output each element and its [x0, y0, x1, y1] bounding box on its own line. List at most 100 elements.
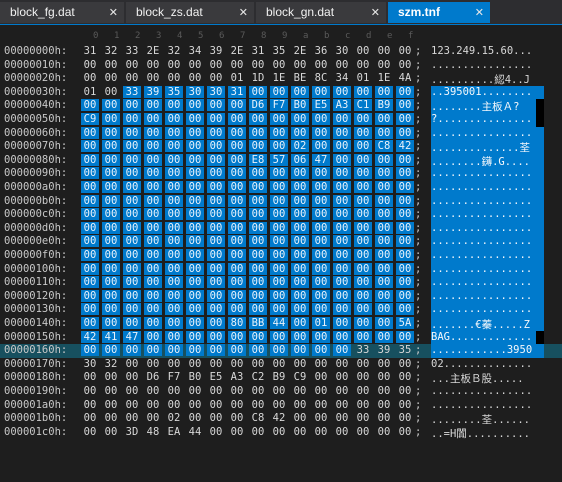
- hex-byte[interactable]: 00: [396, 330, 414, 343]
- hex-byte[interactable]: 00: [249, 167, 267, 180]
- ascii-text[interactable]: ........荃......: [431, 412, 544, 426]
- hex-byte[interactable]: 30: [81, 358, 99, 370]
- hex-byte[interactable]: 00: [144, 59, 162, 71]
- hex-byte[interactable]: 00: [375, 412, 393, 424]
- hex-byte[interactable]: 00: [333, 126, 351, 139]
- hex-byte[interactable]: 00: [396, 303, 414, 316]
- hex-row[interactable]: 00000190h: 00 00 00 00 00 00 00 00 00 00 00 00 00 00 00…: [0, 385, 562, 399]
- hex-byte[interactable]: 00: [123, 59, 141, 71]
- ascii-text[interactable]: ..395001........: [431, 85, 544, 100]
- hex-byte[interactable]: 00: [228, 262, 246, 275]
- hex-byte[interactable]: 00: [81, 221, 99, 234]
- hex-byte[interactable]: 00: [165, 208, 183, 221]
- hex-byte[interactable]: 00: [102, 140, 120, 153]
- hex-byte[interactable]: 00: [102, 167, 120, 180]
- hex-byte[interactable]: 00: [375, 167, 393, 180]
- hex-byte[interactable]: 00: [270, 208, 288, 221]
- hex-byte[interactable]: 00: [123, 99, 141, 112]
- hex-byte[interactable]: 3D: [123, 426, 141, 438]
- hex-byte[interactable]: 00: [291, 330, 309, 343]
- hex-byte[interactable]: 00: [270, 276, 288, 289]
- hex-byte[interactable]: 00: [249, 59, 267, 71]
- hex-byte[interactable]: 00: [396, 262, 414, 275]
- hex-byte[interactable]: 00: [396, 399, 414, 411]
- hex-byte[interactable]: 00: [396, 412, 414, 424]
- hex-byte[interactable]: 00: [270, 303, 288, 316]
- hex-byte[interactable]: 00: [375, 276, 393, 289]
- hex-byte[interactable]: 32: [102, 358, 120, 370]
- hex-byte[interactable]: 00: [123, 194, 141, 207]
- hex-byte[interactable]: 00: [81, 412, 99, 424]
- hex-byte[interactable]: 00: [102, 249, 120, 261]
- hex-byte[interactable]: 00: [186, 59, 204, 71]
- hex-byte[interactable]: 00: [270, 140, 288, 153]
- hex-byte[interactable]: 00: [144, 303, 162, 316]
- hex-byte[interactable]: 00: [207, 262, 225, 275]
- hex-row[interactable]: 00000140h: 00 00 00 00 00 00 00 80 BB 44 00 01 00 00 00…: [0, 317, 562, 331]
- hex-byte[interactable]: 00: [102, 303, 120, 316]
- hex-byte[interactable]: 00: [81, 303, 99, 316]
- hex-byte[interactable]: 00: [186, 289, 204, 302]
- hex-byte[interactable]: 00: [270, 59, 288, 71]
- hex-byte[interactable]: 00: [312, 167, 330, 180]
- hex-byte[interactable]: C8: [249, 412, 267, 424]
- hex-byte[interactable]: 00: [228, 113, 246, 125]
- hex-byte[interactable]: 00: [375, 113, 393, 125]
- hex-byte[interactable]: 31: [228, 85, 246, 98]
- hex-byte[interactable]: 00: [270, 344, 288, 357]
- hex-byte[interactable]: 42: [396, 140, 414, 153]
- hex-byte[interactable]: 00: [207, 59, 225, 71]
- hex-byte[interactable]: 00: [291, 276, 309, 289]
- hex-byte[interactable]: 00: [228, 167, 246, 180]
- hex-byte[interactable]: 00: [375, 85, 393, 98]
- hex-byte[interactable]: 00: [312, 85, 330, 98]
- hex-row[interactable]: 000001b0h: 00 00 00 00 02 00 00 00 C8 42 00 00 00 00 00…: [0, 412, 562, 426]
- hex-byte[interactable]: 00: [186, 167, 204, 180]
- hex-row[interactable]: 00000180h: 00 00 00 D6 F7 B0 E5 A3 C2 B9 C9 00 00 00 00…: [0, 371, 562, 385]
- hex-byte[interactable]: 00: [81, 289, 99, 302]
- hex-byte[interactable]: 30: [186, 85, 204, 98]
- hex-byte[interactable]: 00: [81, 181, 99, 193]
- hex-row[interactable]: 000000f0h: 00 00 00 00 00 00 00 00 00 00 00 00 00 00 00…: [0, 249, 562, 263]
- hex-byte[interactable]: 00: [123, 262, 141, 275]
- hex-byte[interactable]: 00: [249, 289, 267, 302]
- hex-byte[interactable]: 4A: [396, 72, 414, 84]
- hex-byte[interactable]: BB: [249, 317, 267, 329]
- hex-byte[interactable]: 00: [375, 426, 393, 438]
- hex-byte[interactable]: 00: [102, 208, 120, 221]
- hex-byte[interactable]: 39: [375, 344, 393, 356]
- hex-row[interactable]: 00000040h: 00 00 00 00 00 00 00 00 D6 F7 B0 E5 A3 C1 B9…: [0, 99, 562, 113]
- hex-byte[interactable]: 00: [123, 140, 141, 153]
- hex-byte[interactable]: 00: [186, 385, 204, 397]
- hex-byte[interactable]: 00: [333, 344, 351, 357]
- hex-byte[interactable]: 00: [270, 426, 288, 438]
- hex-byte[interactable]: 00: [249, 249, 267, 261]
- hex-byte[interactable]: 00: [249, 262, 267, 275]
- hex-byte[interactable]: 00: [312, 276, 330, 289]
- hex-byte[interactable]: 00: [165, 399, 183, 411]
- hex-byte[interactable]: 47: [312, 153, 330, 166]
- hex-byte[interactable]: 00: [144, 181, 162, 193]
- hex-byte[interactable]: 00: [375, 59, 393, 71]
- hex-byte[interactable]: 00: [270, 262, 288, 275]
- hex-byte[interactable]: 00: [333, 371, 351, 383]
- hex-byte[interactable]: 00: [144, 194, 162, 207]
- hex-byte[interactable]: 00: [354, 399, 372, 411]
- hex-byte[interactable]: 00: [333, 140, 351, 153]
- hex-byte[interactable]: 01: [228, 72, 246, 84]
- tab-block-fg[interactable]: block_fg.dat ✕: [0, 2, 124, 23]
- hex-byte[interactable]: 00: [270, 126, 288, 139]
- hex-byte[interactable]: 00: [396, 113, 414, 125]
- hex-byte[interactable]: 00: [102, 317, 120, 329]
- hex-byte[interactable]: 00: [81, 235, 99, 248]
- hex-byte[interactable]: 00: [123, 276, 141, 289]
- hex-byte[interactable]: 00: [228, 330, 246, 343]
- ascii-text[interactable]: ................: [431, 167, 544, 181]
- hex-byte[interactable]: 00: [102, 426, 120, 438]
- hex-byte[interactable]: 00: [333, 289, 351, 302]
- hex-byte[interactable]: 00: [81, 208, 99, 221]
- hex-byte[interactable]: 00: [102, 59, 120, 71]
- hex-byte[interactable]: 00: [354, 317, 372, 329]
- hex-byte[interactable]: 00: [207, 303, 225, 316]
- hex-byte[interactable]: 00: [228, 235, 246, 248]
